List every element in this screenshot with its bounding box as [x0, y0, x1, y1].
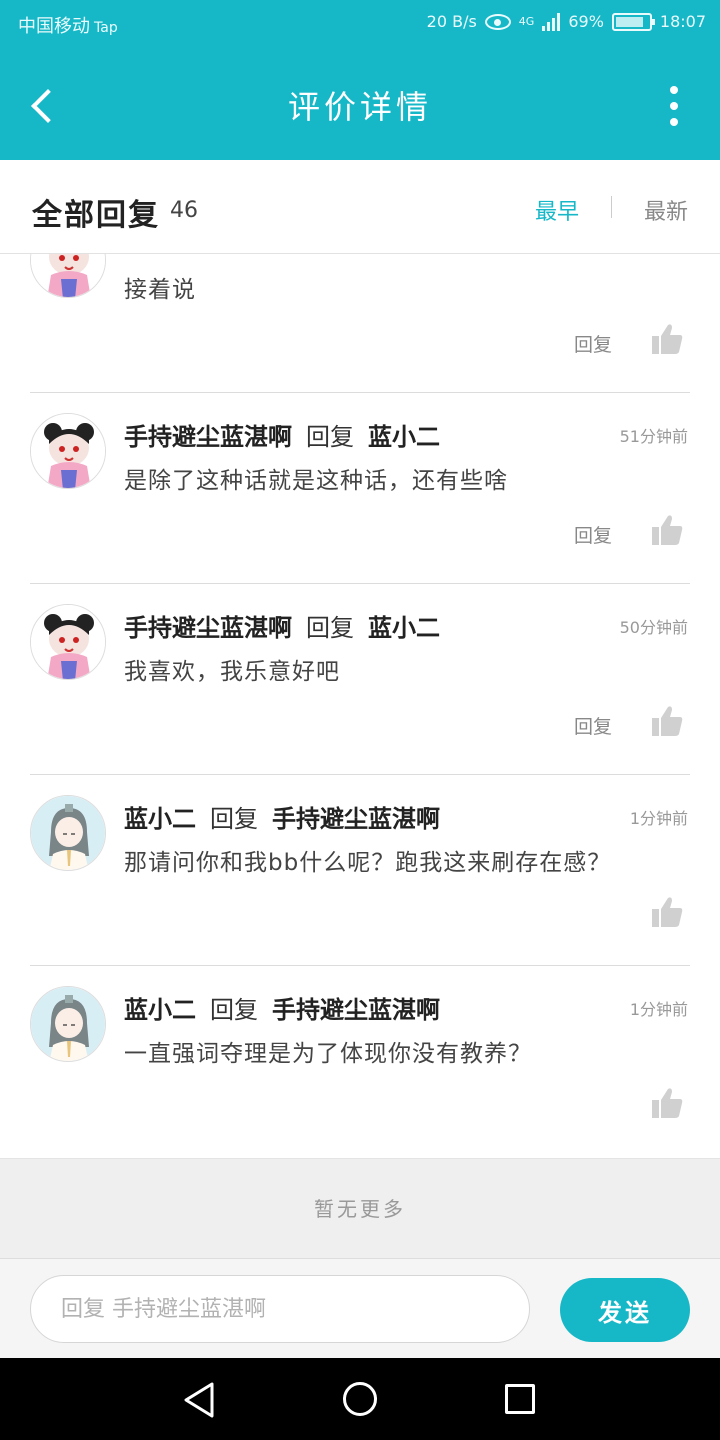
reply-header: 全部回复 46 最早 最新	[0, 160, 720, 254]
timestamp: 50分钟前	[619, 618, 688, 637]
reply-verb: 回复	[306, 423, 354, 451]
comment-content: 那请问你和我bb什么呢？跑我这来刷存在感？	[124, 850, 612, 876]
thumbs-up-icon[interactable]	[650, 513, 684, 547]
reply-link[interactable]: 回复	[574, 712, 612, 739]
sort-earliest-tab[interactable]: 最早	[535, 194, 579, 226]
status-bar: 中国移动 Tap 20 B/s 4G 69% 18:07	[0, 0, 720, 48]
list-item: 手持避尘蓝湛啊 回复 蓝小二 51分钟前 是除了这种话就是这种话，还有些啥 回复	[0, 393, 720, 584]
author-line: 蓝小二 回复 手持避尘蓝湛啊	[124, 990, 440, 1025]
comment-content: 是除了这种话就是这种话，还有些啥	[124, 468, 508, 494]
reply-verb: 回复	[306, 614, 354, 642]
timestamp: 1分钟前	[629, 1000, 688, 1019]
carrier: 中国移动 Tap	[18, 12, 118, 38]
carrier-app: Tap	[94, 20, 118, 36]
reply-header-title: 全部回复	[32, 198, 160, 233]
reply-input[interactable]	[30, 1275, 530, 1343]
thumbs-up-icon[interactable]	[650, 895, 684, 929]
reply-target[interactable]: 蓝小二	[368, 614, 440, 642]
comment-content: 一直强词夺理是为了体现你没有教养？	[124, 1041, 532, 1067]
comment-content: 接着说	[124, 277, 196, 303]
reply-target[interactable]: 手持避尘蓝湛啊	[272, 996, 440, 1024]
signal-icon	[542, 12, 561, 31]
avatar[interactable]	[30, 986, 106, 1062]
author-name[interactable]: 蓝小二	[124, 805, 196, 833]
system-nav-bar	[0, 1358, 720, 1440]
reply-input-bar: 发送	[0, 1258, 720, 1358]
nav-home-icon[interactable]	[343, 1382, 377, 1416]
reply-verb: 回复	[210, 996, 258, 1024]
reply-verb: 回复	[210, 805, 258, 833]
author-line: 手持避尘蓝湛啊 回复 蓝小二	[124, 417, 440, 452]
nav-recent-apps-icon[interactable]	[505, 1384, 535, 1414]
carrier-name: 中国移动	[18, 16, 90, 37]
reply-target[interactable]: 蓝小二	[368, 423, 440, 451]
list-item: 接着说 回复	[0, 254, 720, 393]
reply-link[interactable]: 回复	[574, 330, 612, 357]
sort-newest-tab[interactable]: 最新	[644, 194, 688, 226]
timestamp: 1分钟前	[629, 809, 688, 828]
nav-back-icon[interactable]	[180, 1380, 220, 1420]
sort-divider	[611, 196, 612, 218]
reply-list[interactable]: 接着说 回复 手持避尘蓝湛啊 回复 蓝小二 51分钟前 是除了这种话就是这种话，…	[0, 254, 720, 1158]
ancient-boy-avatar-icon	[31, 796, 105, 870]
timestamp: 51分钟前	[619, 427, 688, 446]
reply-link[interactable]: 回复	[574, 521, 612, 548]
author-name[interactable]: 手持避尘蓝湛啊	[124, 423, 292, 451]
battery-icon	[611, 12, 655, 31]
eye-icon	[484, 13, 511, 30]
panda-girl-avatar-icon	[31, 414, 105, 488]
reply-target[interactable]: 手持避尘蓝湛啊	[272, 805, 440, 833]
send-button[interactable]: 发送	[560, 1278, 690, 1342]
panda-girl-avatar-icon	[31, 254, 105, 297]
avatar[interactable]	[30, 795, 106, 871]
list-item: 手持避尘蓝湛啊 回复 蓝小二 50分钟前 我喜欢，我乐意好吧 回复	[0, 584, 720, 775]
battery-percent: 69%	[568, 12, 604, 31]
list-item: 蓝小二 回复 手持避尘蓝湛啊 1分钟前 那请问你和我bb什么呢？跑我这来刷存在感？	[0, 775, 720, 966]
page-title: 评价详情	[287, 88, 432, 126]
ancient-boy-avatar-icon	[31, 987, 105, 1061]
no-more-footer: 暂无更多	[0, 1158, 720, 1258]
author-line: 手持避尘蓝湛啊 回复 蓝小二	[124, 608, 440, 643]
app-bar: 评价详情	[0, 48, 720, 160]
author-name[interactable]: 手持避尘蓝湛啊	[124, 614, 292, 642]
network-type: 4G	[518, 15, 535, 28]
list-item: 蓝小二 回复 手持避尘蓝湛啊 1分钟前 一直强词夺理是为了体现你没有教养？	[0, 966, 720, 1157]
comment-content: 我喜欢，我乐意好吧	[124, 659, 340, 685]
author-name[interactable]: 蓝小二	[124, 996, 196, 1024]
thumbs-up-icon[interactable]	[650, 322, 684, 356]
thumbs-up-icon[interactable]	[650, 1086, 684, 1120]
avatar[interactable]	[30, 413, 106, 489]
clock: 18:07	[659, 12, 706, 31]
thumbs-up-icon[interactable]	[650, 704, 684, 738]
avatar[interactable]	[30, 604, 106, 680]
avatar[interactable]	[30, 254, 106, 298]
more-vertical-icon[interactable]	[668, 86, 680, 126]
status-right: 20 B/s 4G 69% 18:07	[427, 12, 706, 31]
net-speed: 20 B/s	[426, 12, 477, 31]
panda-girl-avatar-icon	[31, 605, 105, 679]
reply-count: 46	[170, 198, 198, 223]
author-line: 蓝小二 回复 手持避尘蓝湛啊	[124, 799, 440, 834]
